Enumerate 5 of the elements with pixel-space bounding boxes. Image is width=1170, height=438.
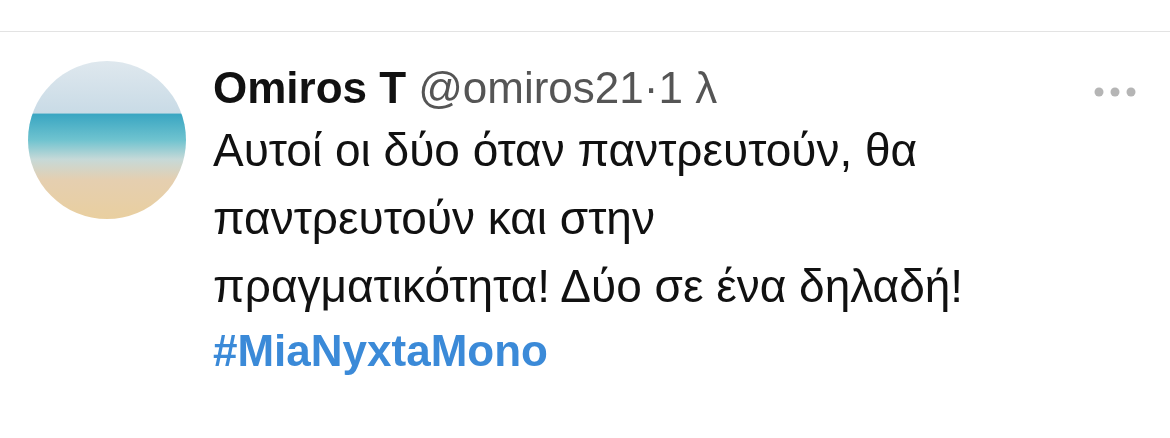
- handle-and-time: @omiros21·1 λ: [418, 62, 718, 114]
- more-options-icon[interactable]: [1094, 86, 1136, 98]
- display-name[interactable]: Omiros T: [213, 60, 407, 116]
- tweet-text: Αυτοί οι δύο όταν παντρευτούν, θα παντρευτούν και στην πραγματικότητα! Δύο σε ένα δηλαδή!: [213, 123, 965, 314]
- hashtag-link[interactable]: #MiaNyxtaMono: [213, 320, 548, 382]
